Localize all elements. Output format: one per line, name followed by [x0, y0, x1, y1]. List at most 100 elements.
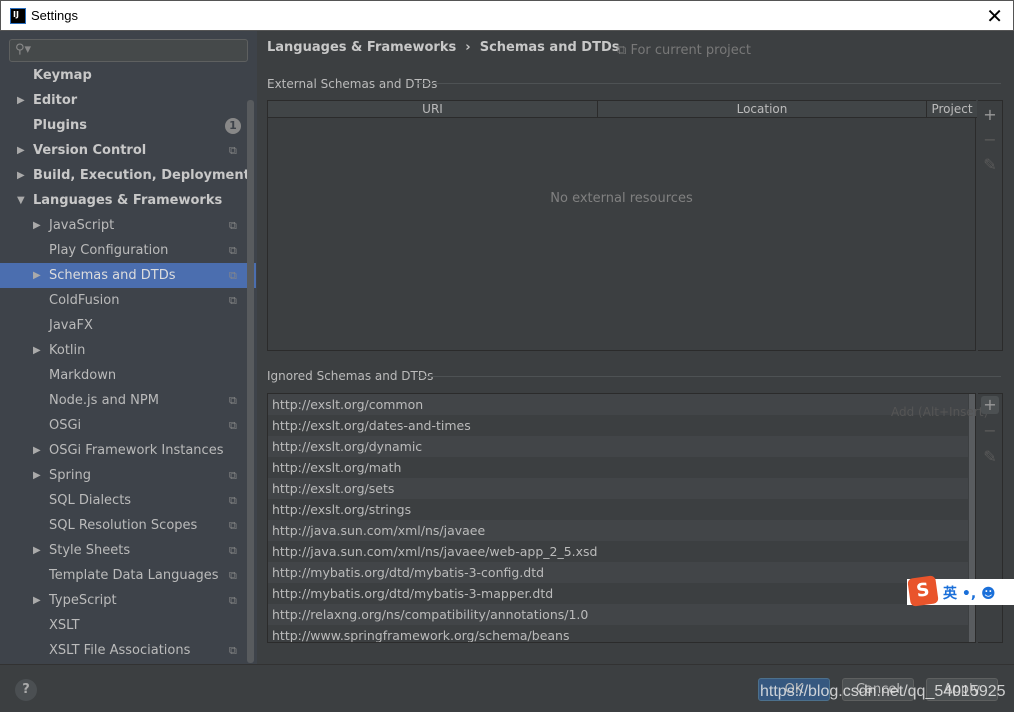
sidebar-item[interactable]: ▶ Kotlin	[0, 338, 247, 363]
edit-icon[interactable]: ✎	[981, 448, 999, 466]
chevron-right-icon[interactable]: ▶	[33, 263, 41, 288]
sidebar-item[interactable]: SQL Dialects ⧉	[0, 488, 247, 513]
add-icon[interactable]: +	[981, 396, 999, 414]
sidebar-item-label: Play Configuration	[49, 243, 169, 258]
copy-icon: ⧉	[617, 43, 627, 58]
sidebar-item[interactable]: ▶ Editor	[0, 88, 247, 113]
external-toolbar: + − ✎	[978, 100, 1003, 351]
list-item[interactable]: http://exslt.org/dynamic	[268, 436, 968, 457]
update-badge: 1	[225, 118, 241, 134]
sidebar-item-label: Editor	[33, 93, 78, 108]
empty-state: No external resources	[550, 191, 693, 206]
list-item[interactable]: http://exslt.org/dates-and-times	[268, 415, 968, 436]
chevron-right-icon[interactable]: ▶	[33, 213, 41, 238]
sidebar-item[interactable]: Markdown	[0, 363, 247, 388]
sidebar-item[interactable]: Plugins 1	[0, 113, 247, 138]
sidebar-item[interactable]: ▶ Schemas and DTDs ⧉	[0, 263, 256, 288]
add-icon[interactable]: +	[981, 106, 999, 124]
search-input[interactable]: ⚲▾	[9, 39, 248, 62]
close-icon[interactable]: ✕	[986, 4, 1003, 28]
sidebar-item-label: Plugins	[33, 118, 87, 133]
chevron-right-icon[interactable]: ▶	[33, 538, 41, 563]
edit-icon[interactable]: ✎	[981, 156, 999, 174]
sidebar-item-label: Languages & Frameworks	[33, 193, 223, 208]
project-scope-icon: ⧉	[229, 519, 237, 532]
sidebar: ⚲▾ Keymap ▶ Editor Plugins 1 ▶ Version Control…	[0, 31, 257, 664]
chevron-right-icon[interactable]: ▶	[17, 88, 25, 113]
sidebar-item[interactable]: XSLT	[0, 613, 247, 638]
main-panel: Languages & Frameworks › Schemas and DTD…	[257, 31, 1014, 664]
sidebar-item[interactable]: SQL Resolution Scopes ⧉	[0, 513, 247, 538]
project-scope-icon: ⧉	[229, 269, 237, 282]
list-item[interactable]: http://mybatis.org/dtd/mybatis-3-mapper.…	[268, 583, 968, 604]
sidebar-item[interactable]: JavaFX	[0, 313, 247, 338]
external-resources-table[interactable]: URI Location Project No external resourc…	[267, 100, 977, 351]
sidebar-item[interactable]: OSGi ⧉	[0, 413, 247, 438]
column-header-uri[interactable]: URI	[268, 101, 598, 118]
project-scope-icon: ⧉	[229, 419, 237, 432]
list-item[interactable]: http://exslt.org/common	[268, 394, 968, 415]
chevron-right-icon[interactable]: ▶	[33, 588, 41, 613]
list-item[interactable]: http://relaxng.org/ns/compatibility/anno…	[268, 604, 968, 625]
project-scope-icon: ⧉	[229, 469, 237, 482]
chevron-right-icon[interactable]: ▶	[17, 138, 25, 163]
project-scope-icon: ⧉	[229, 394, 237, 407]
sidebar-item-label: OSGi Framework Instances	[49, 443, 224, 458]
ime-toolbar[interactable]: S 英 •, ☻	[907, 575, 1014, 607]
list-item[interactable]: http://java.sun.com/xml/ns/javaee	[268, 520, 968, 541]
sidebar-item[interactable]: ▼ Languages & Frameworks	[0, 188, 247, 213]
list-item[interactable]: http://java.sun.com/xml/ns/javaee/web-ap…	[268, 541, 968, 562]
chevron-right-icon[interactable]: ▶	[33, 438, 41, 463]
remove-icon[interactable]: −	[981, 131, 999, 149]
sidebar-item[interactable]: Keymap	[0, 63, 247, 88]
project-scope-icon: ⧉	[229, 569, 237, 582]
sidebar-scrollbar[interactable]	[247, 100, 254, 663]
sidebar-item-label: Markdown	[49, 368, 117, 383]
sidebar-item-label: Spring	[49, 468, 91, 483]
list-scrollbar[interactable]	[969, 394, 975, 642]
sidebar-item[interactable]: ▶ TypeScript ⧉	[0, 588, 247, 613]
column-header-project[interactable]: Project	[927, 101, 977, 118]
project-scope-icon: ⧉	[229, 494, 237, 507]
project-scope-icon: ⧉	[229, 544, 237, 557]
chevron-right-icon[interactable]: ▶	[17, 163, 25, 188]
sidebar-item[interactable]: ▶ Spring ⧉	[0, 463, 247, 488]
sidebar-item[interactable]: Play Configuration ⧉	[0, 238, 247, 263]
sidebar-item-label: Keymap	[33, 68, 92, 83]
list-item[interactable]: http://exslt.org/strings	[268, 499, 968, 520]
ime-status: 英 •, ☻	[943, 586, 996, 602]
sidebar-item[interactable]: XSLT File Associations ⧉	[0, 638, 247, 663]
ignored-section-title: Ignored Schemas and DTDs	[267, 369, 434, 383]
remove-icon[interactable]: −	[981, 422, 999, 440]
list-item[interactable]: http://exslt.org/sets	[268, 478, 968, 499]
sidebar-item-label: Version Control	[33, 143, 147, 158]
list-item[interactable]: http://exslt.org/math	[268, 457, 968, 478]
sidebar-item-label: JavaScript	[49, 218, 115, 233]
sidebar-item[interactable]: ColdFusion ⧉	[0, 288, 247, 313]
project-scope-icon: ⧉	[229, 219, 237, 232]
list-item[interactable]: http://mybatis.org/dtd/mybatis-3-config.…	[268, 562, 968, 583]
sidebar-item[interactable]: ▶ JavaScript ⧉	[0, 213, 247, 238]
sidebar-item-label: XSLT File Associations	[49, 643, 191, 658]
sidebar-item-label: SQL Dialects	[49, 493, 132, 508]
sidebar-item-label: Style Sheets	[49, 543, 131, 558]
chevron-down-icon[interactable]: ▼	[17, 188, 25, 213]
sidebar-item[interactable]: ▶ Version Control ⧉	[0, 138, 247, 163]
help-button[interactable]: ?	[15, 679, 37, 701]
ignored-list[interactable]: http://exslt.org/common http://exslt.org/…	[267, 393, 976, 643]
breadcrumb: Languages & Frameworks › Schemas and DTD…	[267, 40, 620, 55]
sidebar-item[interactable]: ▶ Build, Execution, Deployment	[0, 163, 250, 188]
sidebar-item[interactable]: Node.js and NPM ⧉	[0, 388, 247, 413]
sidebar-item-label: Node.js and NPM	[49, 393, 159, 408]
breadcrumb-item: Languages & Frameworks	[267, 40, 457, 55]
chevron-right-icon[interactable]: ▶	[33, 463, 41, 488]
column-header-location[interactable]: Location	[598, 101, 927, 118]
list-item[interactable]: http://www.springframework.org/schema/be…	[268, 625, 968, 642]
watermark: https://blog.csdn.net/qq_54015925	[760, 683, 1006, 700]
chevron-right-icon[interactable]: ▶	[33, 338, 41, 363]
sidebar-item[interactable]: ▶ OSGi Framework Instances	[0, 438, 247, 463]
sidebar-item[interactable]: ▶ Style Sheets ⧉	[0, 538, 247, 563]
sidebar-item-label: Build, Execution, Deployment	[33, 168, 250, 183]
project-scope-icon: ⧉	[229, 244, 237, 257]
sidebar-item[interactable]: Template Data Languages ⧉	[0, 563, 247, 588]
